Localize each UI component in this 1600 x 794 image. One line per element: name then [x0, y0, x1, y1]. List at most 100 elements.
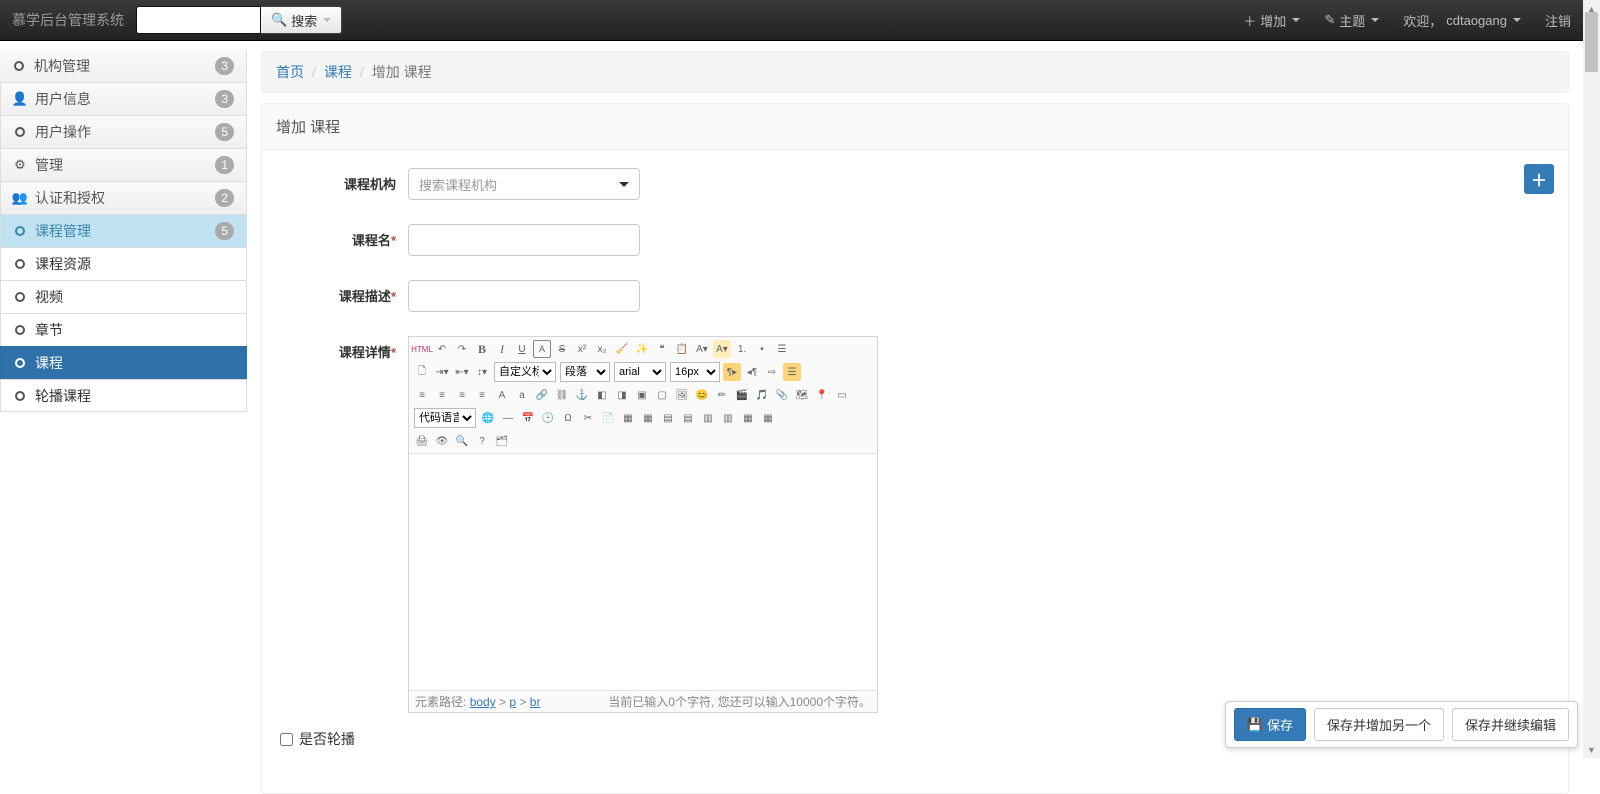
hr-icon[interactable]: — — [499, 409, 517, 427]
img-left-icon[interactable]: ◧ — [593, 386, 611, 404]
special-icon[interactable]: Ω — [559, 409, 577, 427]
merge-icon[interactable]: ▦ — [739, 409, 757, 427]
fontsize-select[interactable]: 16px — [670, 362, 720, 382]
save-button[interactable]: 💾 保存 — [1234, 708, 1306, 741]
html-icon[interactable]: HTML — [413, 340, 431, 358]
font-select[interactable]: arial — [614, 362, 666, 382]
search-input[interactable] — [136, 6, 261, 34]
breadcrumb-home[interactable]: 首页 — [276, 62, 304, 82]
sidebar-item-0[interactable]: 课程资源 — [0, 247, 247, 280]
split-icon[interactable]: ▦ — [759, 409, 777, 427]
italic-icon[interactable]: I — [493, 340, 511, 358]
img-right-icon[interactable]: ◨ — [613, 386, 631, 404]
table-icon[interactable]: ▦ — [619, 409, 637, 427]
sup-icon[interactable]: x² — [573, 340, 591, 358]
indent-icon[interactable]: ⇥▾ — [433, 363, 451, 381]
sidebar-group-4[interactable]: 👥认证和授权2 — [0, 181, 247, 214]
strike-icon[interactable]: S — [553, 340, 571, 358]
nav-add[interactable]: ＋ 增加 — [1243, 11, 1300, 30]
undo-icon[interactable]: ↶ — [433, 340, 451, 358]
sidebar-item-2[interactable]: 章节 — [0, 313, 247, 346]
rtl-icon[interactable]: ◂¶ — [743, 363, 761, 381]
sidebar-group-0[interactable]: 机构管理3 — [0, 49, 247, 82]
paragraph-select[interactable]: 段落 — [560, 362, 610, 382]
nav-theme[interactable]: ✎ 主题 — [1324, 11, 1379, 30]
video-icon[interactable]: 🎬 — [733, 386, 751, 404]
frame-icon[interactable]: ▭ — [833, 386, 851, 404]
bg-icon[interactable]: ☰ — [783, 363, 801, 381]
music-icon[interactable]: 🎵 — [753, 386, 771, 404]
date-icon[interactable]: 📅 — [519, 409, 537, 427]
nav-user[interactable]: 欢迎， cdtaogang — [1403, 11, 1521, 30]
clearformat-icon[interactable]: 🧹 — [613, 340, 631, 358]
paste-icon[interactable]: 📋 — [673, 340, 691, 358]
new-icon[interactable]: 🗋 — [413, 363, 431, 381]
gmap-icon[interactable]: 📍 — [813, 386, 831, 404]
preview-icon[interactable]: 👁 — [433, 432, 451, 450]
insertimg-icon[interactable]: 🖼 — [673, 386, 691, 404]
path-br[interactable]: br — [530, 695, 541, 709]
sidebar-item-1[interactable]: 视频 — [0, 280, 247, 313]
time-icon[interactable]: 🕒 — [539, 409, 557, 427]
ltr-icon[interactable]: ¶▸ — [723, 363, 741, 381]
sidebar-group-1[interactable]: 👤用户信息3 — [0, 82, 247, 115]
underline-icon[interactable]: U — [513, 340, 531, 358]
unlink-icon[interactable]: ⛓ — [553, 386, 571, 404]
img-none-icon[interactable]: ▢ — [653, 386, 671, 404]
align-right-icon[interactable]: ≡ — [453, 386, 471, 404]
snapscreen-icon[interactable]: ✂ — [579, 409, 597, 427]
lineheight-icon[interactable]: ↕▾ — [473, 363, 491, 381]
ol-icon[interactable]: 1. — [733, 340, 751, 358]
scroll-thumb[interactable] — [1585, 12, 1598, 72]
codelang-select[interactable]: 代码语言 — [414, 408, 476, 428]
anchor-icon[interactable]: ⚓ — [573, 386, 591, 404]
sidebar-item-4[interactable]: 轮播课程 — [0, 379, 247, 412]
banner-checkbox[interactable] — [280, 733, 293, 746]
add-inline-button[interactable]: ＋ — [1524, 164, 1554, 194]
editor-textarea[interactable] — [409, 454, 877, 690]
tolowercase-icon[interactable]: a — [513, 386, 531, 404]
autoformat-icon[interactable]: ✨ — [633, 340, 651, 358]
print-icon[interactable]: 🖨 — [413, 432, 431, 450]
link-icon[interactable]: 🔗 — [533, 386, 551, 404]
scrollbar[interactable]: ▲ ▼ — [1583, 0, 1600, 758]
insertrow-icon[interactable]: ▤ — [659, 409, 677, 427]
wordimage-icon[interactable]: 📄 — [599, 409, 617, 427]
search-icon[interactable]: 🔍 — [453, 432, 471, 450]
backcolor-icon[interactable]: A▾ — [713, 340, 731, 358]
bold-icon[interactable]: B — [473, 340, 491, 358]
indent2-icon[interactable]: ⇨ — [763, 363, 781, 381]
drafts-icon[interactable]: 🗂 — [493, 432, 511, 450]
sub-icon[interactable]: x₂ — [593, 340, 611, 358]
img-center-icon[interactable]: ▣ — [633, 386, 651, 404]
touppercase-icon[interactable]: A — [493, 386, 511, 404]
delrow-icon[interactable]: ▤ — [679, 409, 697, 427]
map-icon[interactable]: 🗺 — [793, 386, 811, 404]
redo-icon[interactable]: ↷ — [453, 340, 471, 358]
align-center-icon[interactable]: ≡ — [433, 386, 451, 404]
save-continue-button[interactable]: 保存并继续编辑 — [1452, 708, 1569, 741]
deltable-icon[interactable]: ▦ — [639, 409, 657, 427]
selectall-icon[interactable]: ☰ — [773, 340, 791, 358]
name-input[interactable] — [419, 233, 629, 248]
scroll-down-icon[interactable]: ▼ — [1583, 741, 1600, 758]
path-body[interactable]: body — [470, 695, 496, 709]
customstyle-select[interactable]: 自定义标 — [494, 362, 556, 382]
breadcrumb-module[interactable]: 课程 — [324, 62, 352, 82]
sidebar-group-5[interactable]: 课程管理5 — [0, 214, 247, 247]
org-dropdown[interactable]: 搜索课程机构 — [408, 168, 640, 200]
webapp-icon[interactable]: 🌐 — [479, 409, 497, 427]
nav-logout[interactable]: 注销 — [1545, 11, 1571, 30]
desc-input[interactable] — [419, 289, 629, 304]
save-add-another-button[interactable]: 保存并增加另一个 — [1314, 708, 1444, 741]
emoji-icon[interactable]: 😊 — [693, 386, 711, 404]
align-left-icon[interactable]: ≡ — [413, 386, 431, 404]
sidebar-item-3[interactable]: 课程 — [0, 346, 247, 379]
quote-icon[interactable]: ❝ — [653, 340, 671, 358]
outdent-icon[interactable]: ⇤▾ — [453, 363, 471, 381]
sidebar-group-3[interactable]: ⚙管理1 — [0, 148, 247, 181]
forecolor-icon[interactable]: A▾ — [693, 340, 711, 358]
scrawl-icon[interactable]: ✏ — [713, 386, 731, 404]
align-justify-icon[interactable]: ≡ — [473, 386, 491, 404]
help-icon[interactable]: ? — [473, 432, 491, 450]
